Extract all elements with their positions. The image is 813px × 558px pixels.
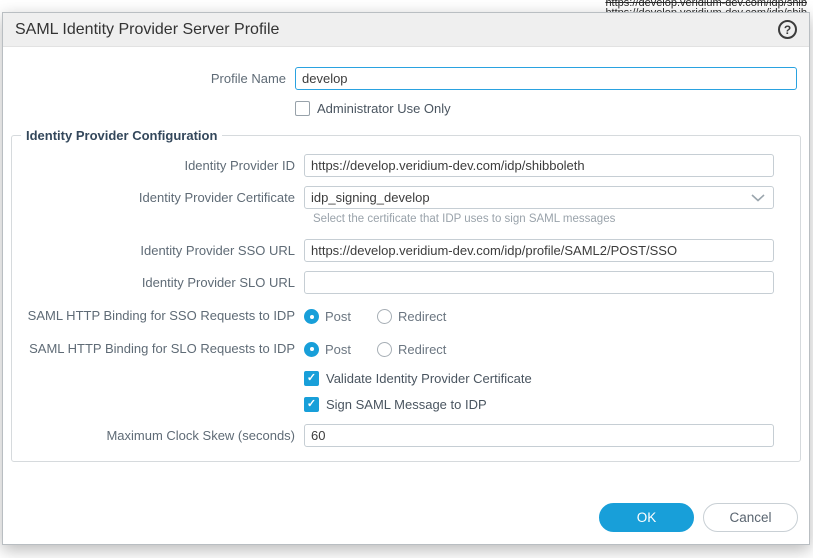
slo-binding-redirect-label: Redirect: [398, 342, 446, 357]
profile-name-label: Profile Name: [3, 71, 295, 87]
slo-binding-post-radio[interactable]: [304, 342, 319, 357]
dialog-title: SAML Identity Provider Server Profile: [15, 21, 279, 39]
idp-certificate-value: idp_signing_develop: [311, 190, 430, 205]
check-icon: ✓: [307, 373, 316, 384]
slo-url-row: Identity Provider SLO URL: [12, 271, 786, 294]
slo-binding-redirect-option: Redirect: [377, 342, 446, 357]
sso-url-label: Identity Provider SSO URL: [12, 243, 304, 259]
validate-cert-label: Validate Identity Provider Certificate: [326, 371, 532, 386]
saml-idp-profile-dialog: SAML Identity Provider Server Profile ? …: [2, 12, 810, 545]
sso-binding-post-label: Post: [325, 309, 351, 324]
sso-binding-redirect-label: Redirect: [398, 309, 446, 324]
sso-binding-options: Post Redirect: [304, 308, 472, 324]
chevron-down-icon: [751, 194, 765, 202]
clock-skew-label: Maximum Clock Skew (seconds): [12, 428, 304, 444]
slo-binding-post-label: Post: [325, 342, 351, 357]
admin-only-row: Administrator Use Only: [3, 101, 809, 116]
validate-cert-checkbox[interactable]: ✓: [304, 371, 319, 386]
slo-url-label: Identity Provider SLO URL: [12, 275, 304, 291]
ok-button[interactable]: OK: [599, 503, 694, 532]
cancel-button[interactable]: Cancel: [703, 503, 798, 532]
slo-url-input[interactable]: [304, 271, 774, 294]
profile-name-input[interactable]: [295, 67, 797, 90]
clock-skew-row: Maximum Clock Skew (seconds): [12, 424, 786, 447]
sso-binding-post-radio[interactable]: [304, 309, 319, 324]
dialog-footer: OK Cancel: [3, 503, 809, 544]
sso-binding-label: SAML HTTP Binding for SSO Requests to ID…: [12, 308, 304, 324]
check-icon: ✓: [307, 399, 316, 410]
sso-binding-redirect-radio[interactable]: [377, 309, 392, 324]
validate-cert-row: ✓ Validate Identity Provider Certificate: [12, 371, 786, 386]
idp-id-input[interactable]: [304, 154, 774, 177]
clock-skew-input[interactable]: [304, 424, 774, 447]
idp-certificate-label: Identity Provider Certificate: [12, 190, 304, 206]
sso-binding-row: SAML HTTP Binding for SSO Requests to ID…: [12, 308, 786, 324]
sso-binding-post-option: Post: [304, 309, 351, 324]
idp-certificate-row: Identity Provider Certificate idp_signin…: [12, 186, 786, 209]
sign-saml-label: Sign SAML Message to IDP: [326, 397, 487, 412]
admin-only-label: Administrator Use Only: [317, 101, 451, 116]
sso-url-row: Identity Provider SSO URL: [12, 239, 786, 262]
idp-certificate-hint: Select the certificate that IDP uses to …: [313, 213, 772, 225]
slo-binding-row: SAML HTTP Binding for SLO Requests to ID…: [12, 341, 786, 357]
slo-binding-post-option: Post: [304, 342, 351, 357]
dialog-header: SAML Identity Provider Server Profile ?: [3, 13, 809, 47]
idp-id-label: Identity Provider ID: [12, 158, 304, 174]
idp-configuration-fieldset: Identity Provider Configuration Identity…: [11, 128, 801, 462]
idp-id-row: Identity Provider ID: [12, 154, 786, 177]
profile-name-row: Profile Name: [3, 67, 809, 90]
idp-configuration-legend: Identity Provider Configuration: [21, 128, 222, 143]
slo-binding-options: Post Redirect: [304, 342, 472, 357]
idp-certificate-select[interactable]: idp_signing_develop: [304, 186, 774, 209]
sso-url-input[interactable]: [304, 239, 774, 262]
sign-saml-checkbox[interactable]: ✓: [304, 397, 319, 412]
slo-binding-label: SAML HTTP Binding for SLO Requests to ID…: [12, 341, 304, 357]
sso-binding-redirect-option: Redirect: [377, 309, 446, 324]
slo-binding-redirect-radio[interactable]: [377, 342, 392, 357]
help-icon[interactable]: ?: [778, 20, 797, 39]
admin-only-checkbox[interactable]: [295, 101, 310, 116]
sign-saml-row: ✓ Sign SAML Message to IDP: [12, 397, 786, 412]
